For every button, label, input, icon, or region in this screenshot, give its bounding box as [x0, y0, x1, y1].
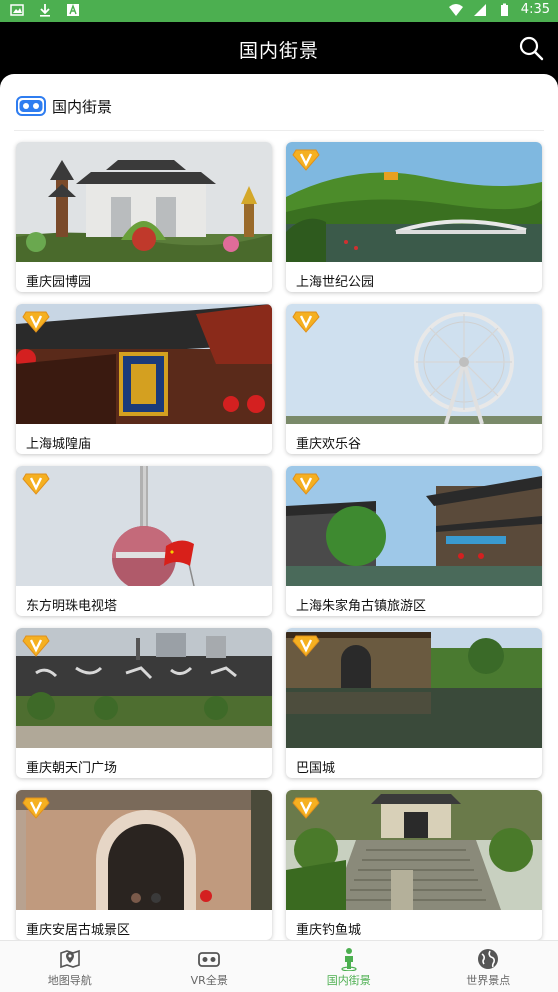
vip-badge-icon	[292, 635, 320, 657]
battery-icon	[500, 3, 508, 16]
scenic-card-anju-ancient-town[interactable]: 重庆安居古城景区	[16, 790, 272, 940]
scenic-card-baguocheng[interactable]: 巴国城	[286, 628, 542, 778]
card-label: 重庆欢乐谷	[296, 437, 362, 452]
nav-item-world-attractions[interactable]: 世界景点	[419, 941, 558, 992]
vip-badge-icon	[292, 311, 320, 333]
image-notification-icon	[10, 4, 24, 16]
vip-badge-icon	[22, 311, 50, 333]
card-label: 巴国城	[296, 761, 336, 776]
scenic-photo	[286, 466, 542, 586]
card-label: 重庆园博园	[26, 275, 92, 290]
status-bar: 4:35	[0, 0, 558, 22]
scenic-card-oriental-pearl-tower[interactable]: 东方明珠电视塔	[16, 466, 272, 616]
scenic-photo	[16, 628, 272, 748]
card-label: 重庆朝天门广场	[26, 761, 118, 776]
vr-glasses-icon	[16, 96, 46, 116]
wifi-icon	[448, 3, 463, 16]
nav-label: 地图导航	[47, 974, 92, 987]
scenic-card-chongqing-garden-expo[interactable]: 重庆园博园	[16, 142, 272, 292]
vip-badge-icon	[292, 473, 320, 495]
vip-badge-icon	[22, 797, 50, 819]
card-label: 上海城隍庙	[26, 437, 92, 452]
scenic-photo	[16, 466, 272, 586]
nav-item-domestic-street-view[interactable]: 国内街景	[279, 941, 419, 992]
nav-label: VR全景	[190, 974, 228, 987]
vip-badge-icon	[22, 473, 50, 495]
bottom-nav: 地图导航 VR全景 国内街景 世界景点	[0, 940, 558, 992]
page-title: 国内街景	[238, 40, 319, 62]
scenic-photo	[286, 790, 542, 910]
scenic-photo	[16, 304, 272, 424]
vip-badge-icon	[22, 635, 50, 657]
card-label: 东方明珠电视塔	[26, 599, 118, 614]
card-label: 重庆安居古城景区	[26, 923, 131, 938]
card-label: 上海朱家角古镇旅游区	[296, 599, 427, 614]
status-time: 4:35	[520, 2, 550, 17]
scenic-photo	[16, 142, 272, 262]
vip-badge-icon	[292, 797, 320, 819]
scenic-card-zhujiajiao-water-town[interactable]: 上海朱家角古镇旅游区	[286, 466, 542, 616]
scenic-card-chongqing-happy-valley[interactable]: 重庆欢乐谷	[286, 304, 542, 454]
nav-label: 国内街景	[326, 974, 371, 987]
font-notification-icon	[67, 4, 79, 16]
vip-badge-icon	[292, 149, 320, 171]
content-sheet: 国内街景 重庆园博园 上海世纪公园 上海城隍庙 重庆欢乐谷 东方明珠电视塔 上海…	[0, 74, 558, 940]
section-title: 国内街景	[52, 97, 113, 116]
section-header: 国内街景	[16, 92, 112, 120]
nav-item-map[interactable]: 地图导航	[0, 941, 140, 992]
app-bar: 国内街景	[0, 22, 558, 74]
scenic-card-shanghai-city-god-temple[interactable]: 上海城隍庙	[16, 304, 272, 454]
download-icon	[40, 4, 50, 17]
globe-icon	[478, 949, 499, 969]
scenic-photo	[16, 790, 272, 910]
scenic-card-shanghai-century-park[interactable]: 上海世纪公园	[286, 142, 542, 292]
scenic-photo	[286, 628, 542, 748]
nav-label: 世界景点	[466, 974, 511, 987]
person-icon	[341, 948, 357, 971]
signal-icon	[473, 3, 486, 16]
map-pin-icon	[59, 949, 80, 969]
search-icon[interactable]	[518, 35, 544, 61]
scenic-photo	[286, 304, 542, 424]
scenic-card-chaotianmen-square[interactable]: 重庆朝天门广场	[16, 628, 272, 778]
card-label: 重庆钓鱼城	[296, 923, 362, 938]
scenic-photo	[286, 142, 542, 262]
card-label: 上海世纪公园	[296, 275, 375, 290]
scenic-card-diaoyu-fortress[interactable]: 重庆钓鱼城	[286, 790, 542, 940]
vr-headset-icon	[198, 952, 221, 967]
divider	[14, 130, 544, 131]
nav-item-vr[interactable]: VR全景	[140, 941, 280, 992]
